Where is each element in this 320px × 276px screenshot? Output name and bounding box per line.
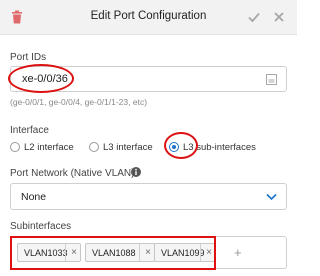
chip-divider [65, 244, 66, 261]
edit-port-configuration-dialog: Edit Port Configuration Port IDs xe-0/0/… [0, 0, 297, 276]
vlan-chip: VLAN1088 × [85, 243, 155, 262]
subinterfaces-label: Subinterfaces [10, 221, 72, 232]
chevron-down-icon[interactable] [266, 193, 277, 201]
radio-l2-interface[interactable]: L2 interface [10, 140, 74, 154]
list-icon[interactable] [266, 74, 277, 85]
port-network-label: Port Network (Native VLAN) [10, 168, 135, 179]
add-icon[interactable]: + [234, 246, 242, 259]
dialog-header: Edit Port Configuration [0, 0, 297, 35]
radio-circle-selected[interactable] [169, 142, 179, 152]
chip-label: VLAN1088 [92, 248, 136, 258]
interface-label: Interface [10, 125, 49, 136]
subinterfaces-input[interactable]: VLAN1033 × VLAN1088 × VLAN1099 × + [10, 236, 287, 269]
check-icon[interactable] [246, 9, 262, 25]
chip-label: VLAN1033 [24, 248, 68, 258]
chip-divider [139, 244, 140, 261]
radio-l3-interface[interactable]: L3 interface [89, 140, 153, 154]
port-network-select[interactable]: None [10, 183, 287, 210]
port-ids-value: xe-0/0/36 [22, 73, 68, 85]
radio-l3-sub-interfaces[interactable]: L3 sub-interfaces [169, 140, 256, 154]
radio-label: L3 interface [103, 141, 153, 153]
vlan-chip: VLAN1033 × [17, 243, 81, 262]
port-ids-hint: (ge-0/0/1, ge-0/0/4, ge-0/1/1-23, etc) [10, 97, 148, 107]
remove-chip-icon[interactable]: × [71, 247, 77, 258]
vlan-chip: VLAN1099 × [154, 243, 216, 262]
chip-label: VLAN1099 [161, 248, 205, 258]
port-ids-label: Port IDs [10, 52, 47, 63]
remove-chip-icon[interactable]: × [206, 247, 212, 258]
radio-circle[interactable] [89, 142, 99, 152]
port-ids-input[interactable]: xe-0/0/36 [10, 66, 287, 92]
close-icon[interactable] [271, 9, 287, 25]
radio-circle[interactable] [10, 142, 20, 152]
port-network-value: None [21, 191, 47, 203]
chip-divider [200, 244, 201, 261]
radio-label: L2 interface [24, 141, 74, 153]
remove-chip-icon[interactable]: × [145, 247, 151, 258]
info-icon[interactable] [131, 167, 141, 177]
radio-label: L3 sub-interfaces [183, 141, 256, 153]
